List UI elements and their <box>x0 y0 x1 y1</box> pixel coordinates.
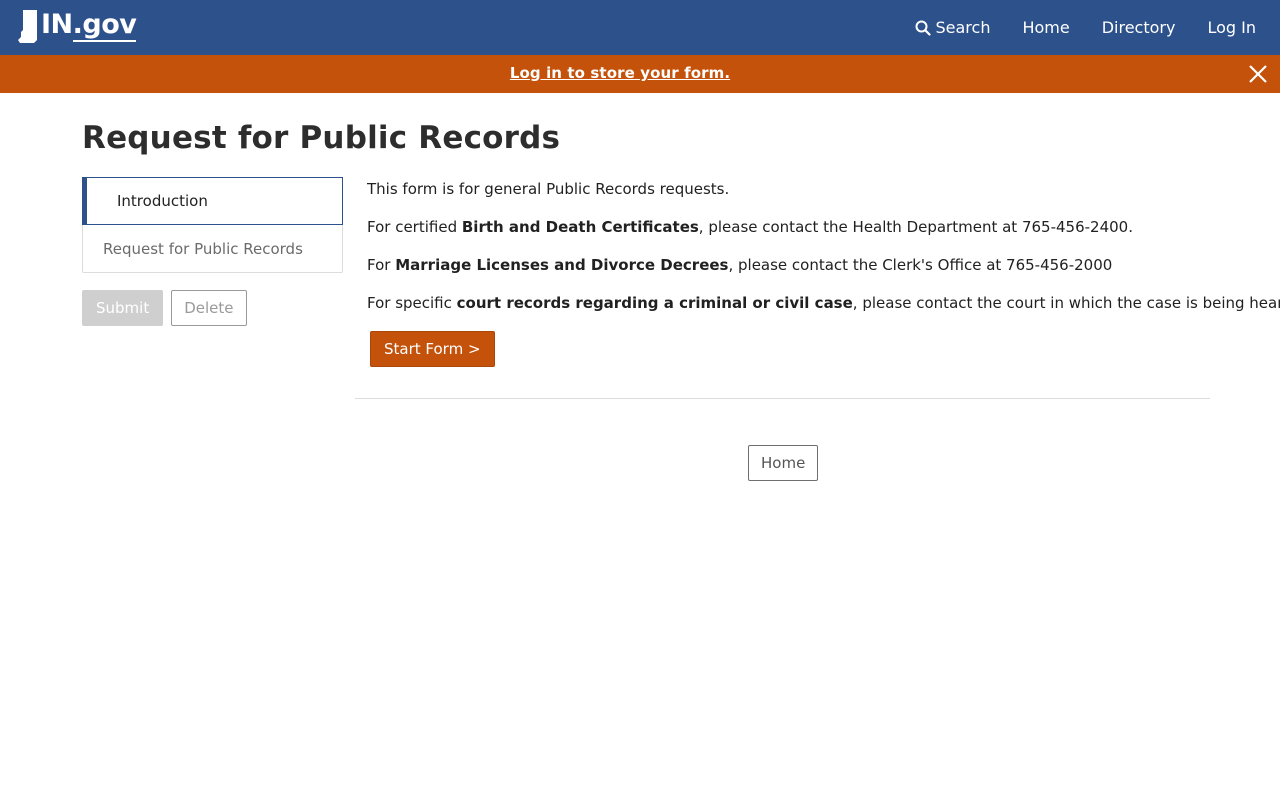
nav-directory[interactable]: Directory <box>1102 18 1176 37</box>
page-title: Request for Public Records <box>82 120 561 156</box>
court-records-note: For specific court records regarding a c… <box>367 294 1280 312</box>
nav-home[interactable]: Home <box>1022 18 1069 37</box>
logo-text: IN.gov <box>41 9 137 42</box>
indiana-state-icon <box>18 10 37 43</box>
delete-button[interactable]: Delete <box>171 290 247 326</box>
site-header: IN.gov Search Home Directory Log In <box>0 0 1280 55</box>
form-intro-content: This form is for general Public Records … <box>367 179 1280 331</box>
nav-search[interactable]: Search <box>915 18 991 37</box>
marriage-divorce-note: For Marriage Licenses and Divorce Decree… <box>367 256 1113 274</box>
home-button[interactable]: Home <box>748 445 819 481</box>
nav-login[interactable]: Log In <box>1207 18 1256 37</box>
sidebar-actions: Submit Delete <box>82 290 343 326</box>
step-request-for-public-records[interactable]: Request for Public Records <box>83 225 342 272</box>
in-gov-logo[interactable]: IN.gov <box>18 9 137 46</box>
start-form-button[interactable]: Start Form > <box>370 331 495 367</box>
step-introduction[interactable]: Introduction <box>82 177 343 225</box>
close-icon[interactable] <box>1246 62 1270 86</box>
birth-death-note: For certified Birth and Death Certificat… <box>367 218 1133 236</box>
content-divider <box>355 398 1210 399</box>
nav-search-label: Search <box>935 18 991 37</box>
login-banner: Log in to store your form. <box>0 55 1280 93</box>
submit-button[interactable]: Submit <box>82 290 164 326</box>
intro-text: This form is for general Public Records … <box>367 180 730 198</box>
login-to-store-link[interactable]: Log in to store your form. <box>0 64 1240 82</box>
top-nav: Search Home Directory Log In <box>915 0 1256 55</box>
form-sidebar: Introduction Request for Public Records … <box>82 177 343 326</box>
search-icon <box>915 20 931 36</box>
step-list: Introduction Request for Public Records <box>82 177 343 273</box>
